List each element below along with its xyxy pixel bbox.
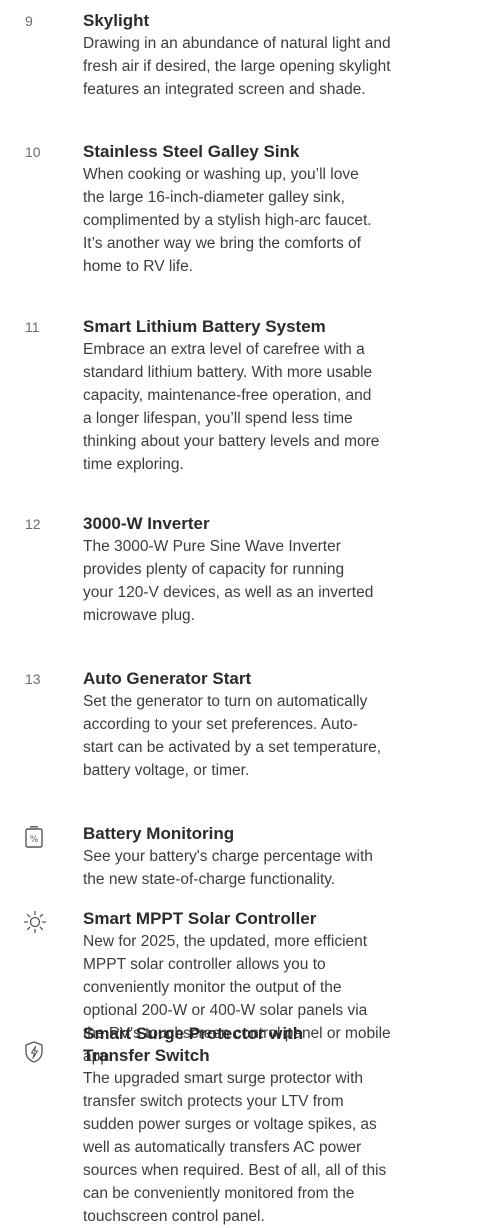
feature-description-line: the large 16-inch-diameter galley sink,	[83, 189, 345, 206]
feature-number: 10	[25, 144, 41, 160]
surge-shield-icon	[23, 1040, 45, 1063]
feature-description-line: conveniently monitor the output of the	[83, 979, 342, 996]
svg-text:%: %	[30, 835, 39, 845]
feature-description-line: touchscreen control panel.	[83, 1208, 265, 1225]
feature-content: 3000-W Inverter The 3000-W Pure Sine Wav…	[83, 513, 483, 627]
feature-title-line: Transfer Switch	[83, 1046, 210, 1065]
feature-content: Battery Monitoring See your battery's ch…	[83, 823, 483, 891]
feature-description-line: the new state-of-charge functionality.	[83, 871, 336, 888]
feature-description-line: optional 200-W or 400-W solar panels via	[83, 1002, 368, 1019]
feature-description-line: sudden power surges or voltage spikes, a…	[83, 1116, 377, 1133]
feature-description-line: well as automatically transfers AC power	[83, 1139, 362, 1156]
feature-description-line: provides plenty of capacity for running	[83, 561, 345, 578]
feature-description-line: complimented by a stylish high-arc fauce…	[83, 212, 372, 229]
feature-title: Auto Generator Start	[83, 669, 252, 688]
feature-number: 12	[25, 516, 41, 532]
feature-description-line: home to RV life.	[83, 258, 193, 275]
feature-description-line: thinking about your battery levels and m…	[83, 433, 380, 450]
feature-description-line: Drawing in an abundance of natural light…	[83, 35, 391, 52]
feature-description-line: fresh air if desired, the large opening …	[83, 58, 391, 75]
feature-description-line: start can be activated by a set temperat…	[83, 739, 382, 756]
feature-description-line: Set the generator to turn on automatical…	[83, 693, 368, 710]
feature-list: 9 Skylight Drawing in an abundance of na…	[0, 0, 489, 1227]
feature-description-line: See your battery's charge percentage wit…	[83, 848, 373, 865]
feature-title: Stainless Steel Galley Sink	[83, 142, 300, 161]
feature-content: Auto Generator Start Set the generator t…	[83, 668, 483, 782]
feature-description-line: transfer switch protects your LTV from	[83, 1093, 344, 1110]
feature-title: Smart Lithium Battery System	[83, 317, 326, 336]
feature-description-line: Embrace an extra level of carefree with …	[83, 341, 365, 358]
feature-description-line: capacity, maintenance-free operation, an…	[83, 387, 372, 404]
feature-description-line: time exploring.	[83, 456, 184, 473]
battery-percent-icon: %	[23, 825, 45, 848]
feature-description-line: When cooking or washing up, you’ll love	[83, 166, 359, 183]
feature-description-line: according to your set preferences. Auto-	[83, 716, 358, 733]
feature-title: 3000-W Inverter	[83, 514, 210, 533]
feature-content: Smart Lithium Battery System Embrace an …	[83, 316, 483, 476]
feature-number: 13	[25, 671, 41, 687]
feature-number: 11	[25, 319, 40, 335]
feature-title: Skylight	[83, 11, 150, 30]
feature-title: Smart MPPT Solar Controller	[83, 909, 317, 928]
feature-description-line: microwave plug.	[83, 607, 195, 624]
feature-content: Smart Surge Protector with Transfer Swit…	[83, 1023, 483, 1228]
sun-icon	[23, 910, 47, 934]
feature-number: 9	[25, 13, 33, 29]
feature-description-line: standard lithium battery. With more usab…	[83, 364, 373, 381]
feature-description-line: The 3000-W Pure Sine Wave Inverter	[83, 538, 341, 555]
feature-description-line: features an integrated screen and shade.	[83, 81, 366, 98]
feature-description-line: can be conveniently monitored from the	[83, 1185, 355, 1202]
feature-description-line: The upgraded smart surge protector with	[83, 1070, 363, 1087]
feature-description-line: MPPT solar controller allows you to	[83, 956, 326, 973]
feature-description-line: sources when required. Best of all, all …	[83, 1162, 387, 1179]
feature-content: Skylight Drawing in an abundance of natu…	[83, 10, 483, 101]
feature-title: Battery Monitoring	[83, 824, 235, 843]
feature-description-line: a longer lifespan, you’ll spend less tim…	[83, 410, 353, 427]
feature-description-line: battery voltage, or timer.	[83, 762, 250, 779]
feature-description-line: New for 2025, the updated, more efficien…	[83, 933, 368, 950]
feature-description-line: It’s another way we bring the comforts o…	[83, 235, 361, 252]
feature-description-line: your 120-V devices, as well as an invert…	[83, 584, 374, 601]
feature-content: Stainless Steel Galley Sink When cooking…	[83, 141, 483, 278]
feature-title-line: Smart Surge Protector with	[83, 1024, 304, 1043]
